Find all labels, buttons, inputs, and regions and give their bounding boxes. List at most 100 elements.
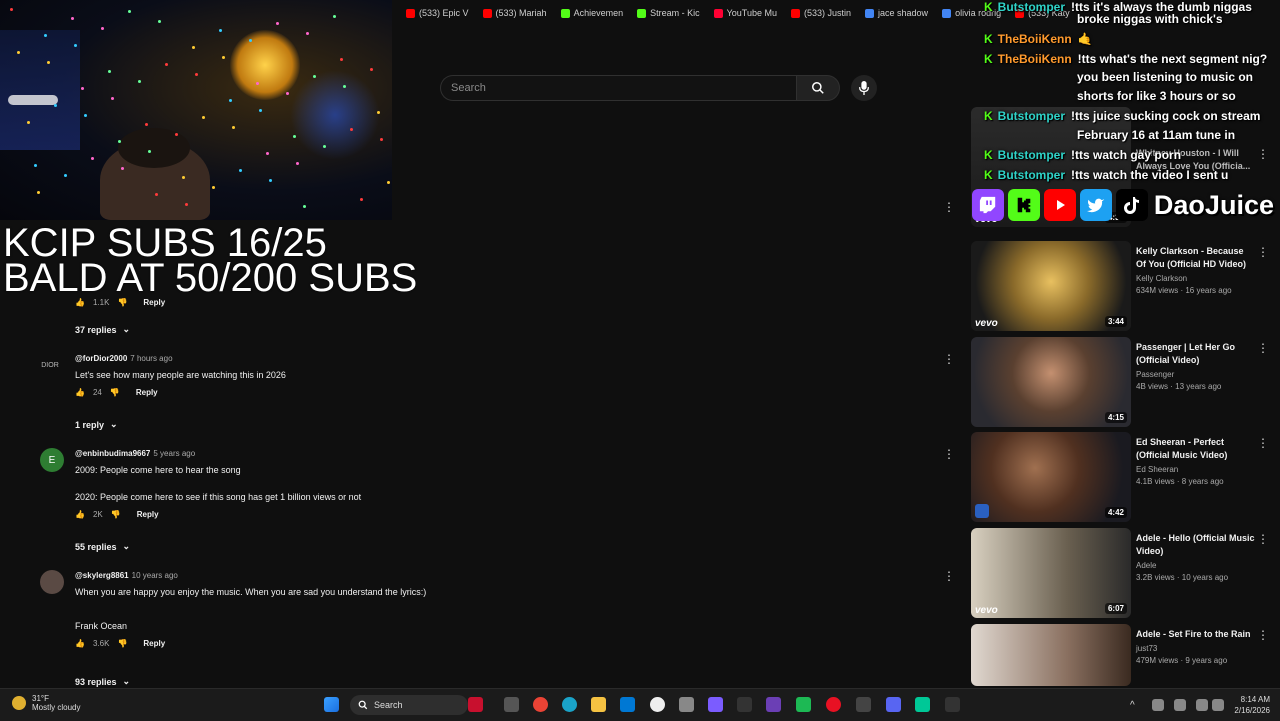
reply-button[interactable]: Reply (137, 510, 159, 519)
weather-condition: Mostly cloudy (32, 703, 81, 712)
reply-button[interactable]: Reply (136, 388, 158, 397)
taskbar-search[interactable]: Search (350, 695, 468, 715)
app-icon[interactable] (945, 697, 960, 712)
led-light (81, 87, 84, 90)
discord-icon[interactable] (886, 697, 901, 712)
dislike-icon[interactable]: 👎 (111, 510, 121, 519)
avatar[interactable] (40, 570, 64, 594)
bookmark-item[interactable]: (533) Mariah (482, 8, 547, 18)
search-button[interactable] (796, 75, 840, 101)
clock-time[interactable]: 8:14 AM (1241, 695, 1270, 704)
figma-icon[interactable] (708, 697, 723, 712)
bookmark-item[interactable]: jace shadow (865, 8, 928, 18)
bookmark-item[interactable]: (533) Justin (790, 8, 851, 18)
video-channel[interactable]: Ed Sheeran (1136, 465, 1256, 474)
video-menu-icon[interactable]: ⋮ (1257, 341, 1269, 355)
bookmark-item[interactable]: Stream - Kic (637, 8, 700, 18)
comment-time[interactable]: 10 years ago (132, 571, 178, 580)
video-menu-icon[interactable]: ⋮ (1257, 532, 1269, 546)
edge-icon[interactable] (562, 697, 577, 712)
opera-icon[interactable] (826, 697, 841, 712)
chevron-up-icon[interactable]: ^ (1130, 700, 1140, 711)
search-icon (358, 700, 368, 710)
comment-time[interactable]: 7 hours ago (130, 354, 172, 363)
volume-icon[interactable] (1212, 699, 1224, 711)
related-video[interactable]: vevo 6:07 Adele - Hello (Official Music … (971, 528, 1271, 620)
comment-menu-icon[interactable]: ⋮ (943, 352, 955, 366)
app-icon[interactable] (915, 697, 930, 712)
bookmark-item[interactable]: Achievemen (560, 8, 623, 18)
video-channel[interactable]: Adele (1136, 561, 1256, 570)
comment-menu-icon[interactable]: ⋮ (943, 447, 955, 461)
video-title[interactable]: Ed Sheeran - Perfect (Official Music Vid… (1136, 436, 1256, 462)
chrome-icon[interactable] (533, 697, 548, 712)
app-icon[interactable] (679, 697, 694, 712)
led-light (212, 186, 215, 189)
led-light (276, 22, 279, 25)
comment-menu-icon[interactable]: ⋮ (943, 200, 955, 214)
outlook-icon[interactable] (620, 697, 635, 712)
video-thumbnail[interactable]: vevo 6:07 (971, 528, 1131, 618)
reply-button[interactable]: Reply (143, 639, 165, 648)
like-icon[interactable]: 👍 (75, 639, 85, 648)
video-title[interactable]: Passenger | Let Her Go (Official Video) (1136, 341, 1256, 367)
related-video[interactable]: Adele - Set Fire to the Rain just73 479M v… (971, 624, 1271, 686)
video-thumbnail[interactable] (971, 624, 1131, 686)
clock-date[interactable]: 2/16/2026 (1234, 706, 1270, 715)
dislike-icon[interactable]: 👎 (110, 388, 120, 397)
reply-button[interactable]: Reply (143, 298, 165, 307)
replies-toggle[interactable]: 55 replies ⌄ (75, 541, 130, 552)
video-title[interactable]: Adele - Set Fire to the Rain (1136, 628, 1256, 641)
file-explorer-icon[interactable] (591, 697, 606, 712)
avatar[interactable]: DIOR (38, 353, 62, 377)
video-title[interactable]: Adele - Hello (Official Music Video) (1136, 532, 1256, 558)
app-icon[interactable] (796, 697, 811, 712)
avatar[interactable]: E (40, 448, 64, 472)
comment-menu-icon[interactable]: ⋮ (943, 569, 955, 583)
video-menu-icon[interactable]: ⋮ (1257, 436, 1269, 450)
like-icon[interactable]: 👍 (75, 388, 85, 397)
replies-toggle[interactable]: 37 replies ⌄ (75, 324, 130, 335)
comment-author[interactable]: @forDior2000 (75, 354, 127, 363)
video-channel[interactable]: Kelly Clarkson (1136, 274, 1256, 283)
video-menu-icon[interactable]: ⋮ (1257, 245, 1269, 259)
bookmark-favicon-icon (560, 8, 570, 18)
bookmark-item[interactable]: (533) Epic V (406, 8, 469, 18)
search-input[interactable] (440, 75, 796, 101)
voice-search-button[interactable] (851, 75, 877, 101)
video-thumbnail[interactable]: vevo 3:44 (971, 241, 1131, 331)
comment-author[interactable]: @enbinbudima9667 (75, 449, 150, 458)
video-menu-icon[interactable]: ⋮ (1257, 147, 1269, 161)
bookmark-item[interactable]: YouTube Mu (713, 8, 777, 18)
video-thumbnail[interactable]: 4:15 (971, 337, 1131, 427)
tray-icon[interactable] (1174, 699, 1186, 711)
task-view-icon[interactable] (504, 697, 519, 712)
video-title[interactable]: Kelly Clarkson - Because Of You (Officia… (1136, 245, 1256, 271)
comment-author[interactable]: @skylerg8861 (75, 571, 129, 580)
network-icon[interactable] (1196, 699, 1208, 711)
dislike-icon[interactable]: 👎 (117, 298, 127, 307)
video-thumbnail[interactable]: 4:42 (971, 432, 1131, 522)
related-video[interactable]: 4:42 Ed Sheeran - Perfect (Official Musi… (971, 432, 1271, 524)
replies-toggle[interactable]: 1 reply ⌄ (75, 419, 118, 430)
windows-start-icon[interactable] (324, 697, 339, 712)
related-video[interactable]: vevo 3:44 Kelly Clarkson - Because Of Yo… (971, 241, 1271, 333)
flag-icon[interactable] (468, 697, 483, 712)
teams-icon[interactable] (766, 697, 781, 712)
chat-username: TheBoiiKenn (997, 52, 1072, 66)
replies-toggle[interactable]: 93 replies ⌄ (75, 676, 130, 687)
comment-time[interactable]: 5 years ago (153, 449, 195, 458)
like-icon[interactable]: 👍 (75, 298, 85, 307)
socials-banner: DaoJuice (972, 188, 1274, 222)
weather-widget[interactable]: 31°F Mostly cloudy (12, 694, 80, 712)
related-video[interactable]: 4:15 Passenger | Let Her Go (Official Vi… (971, 337, 1271, 429)
video-channel[interactable]: Passenger (1136, 370, 1256, 379)
video-channel[interactable]: just73 (1136, 644, 1256, 653)
terminal-icon[interactable] (737, 697, 752, 712)
tray-icon[interactable] (1152, 699, 1164, 711)
like-icon[interactable]: 👍 (75, 510, 85, 519)
app-icon[interactable] (856, 697, 871, 712)
dislike-icon[interactable]: 👎 (117, 639, 127, 648)
obs-icon[interactable] (650, 697, 665, 712)
video-menu-icon[interactable]: ⋮ (1257, 628, 1269, 642)
